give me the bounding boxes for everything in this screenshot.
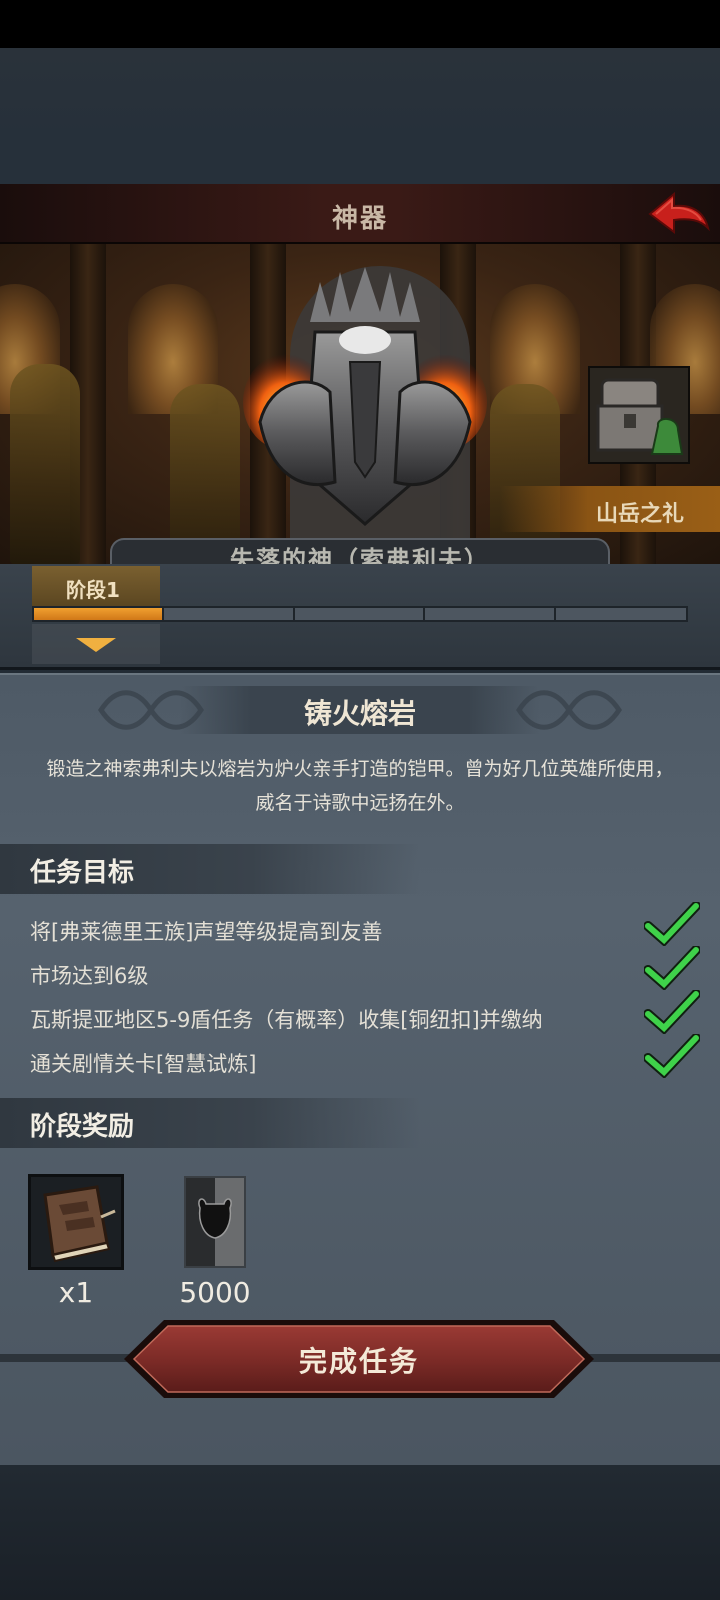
progress-segment-divider xyxy=(423,608,425,620)
back-button[interactable] xyxy=(646,188,712,240)
progress-segment-divider xyxy=(554,608,556,620)
stage-indicator-arrow-icon xyxy=(76,638,116,652)
stage-tab-label: 阶段1 xyxy=(66,578,120,602)
reward-section-title: 阶段奖励 xyxy=(30,1112,135,1142)
check-icon xyxy=(644,946,700,990)
back-arrow-icon xyxy=(648,191,710,234)
reward-item-book[interactable] xyxy=(28,1174,124,1270)
stage-tab[interactable]: 阶段1 xyxy=(32,566,160,608)
guard-statue xyxy=(10,364,80,564)
reward-count: 5000 xyxy=(179,1276,251,1309)
check-icon xyxy=(644,902,700,946)
complete-task-label: 完成任务 xyxy=(298,1345,419,1378)
task-item: 市场达到6级 xyxy=(30,964,149,988)
artifact-name: 铸火熔岩 xyxy=(303,697,416,730)
header-bar: 神器 xyxy=(0,184,720,244)
page-title: 神器 xyxy=(331,204,388,234)
reward-item-emblem[interactable] xyxy=(184,1176,246,1268)
task-section-title: 任务目标 xyxy=(30,858,135,888)
bull-emblem-icon xyxy=(186,1178,244,1266)
reward-count: x1 xyxy=(58,1276,94,1309)
stage-progress-bar xyxy=(32,606,688,622)
guard-statue xyxy=(170,384,240,564)
guard-statue xyxy=(490,384,560,564)
book-icon xyxy=(43,1185,116,1263)
progress-segment-divider xyxy=(162,608,164,620)
task-item: 通关剧情关卡[智慧试炼] xyxy=(30,1052,257,1076)
status-bar xyxy=(0,0,720,48)
task-item: 将[弗莱德里王族]声望等级提高到友善 xyxy=(30,920,383,944)
task-item: 瓦斯提亚地区5-9盾任务（有概率）收集[铜纽扣]并缴纳 xyxy=(30,1008,543,1032)
armor-artifact-image xyxy=(243,267,487,526)
check-icon xyxy=(644,990,700,1034)
complete-task-button[interactable]: 完成任务 xyxy=(120,1316,598,1402)
chest-label: 山岳之礼 xyxy=(596,502,685,527)
stage-progress-fill xyxy=(34,608,164,620)
check-icon xyxy=(644,1034,700,1078)
progress-segment-divider xyxy=(293,608,295,620)
bottom-area xyxy=(0,1465,720,1600)
treasure-chest-icon xyxy=(588,366,690,464)
treasure-chest-button[interactable] xyxy=(588,366,690,464)
artifact-description: 锻造之神索弗利夫以熔岩为炉火亲手打造的铠甲。曾为好几位英雄所使用，威名于诗歌中远… xyxy=(46,758,674,814)
